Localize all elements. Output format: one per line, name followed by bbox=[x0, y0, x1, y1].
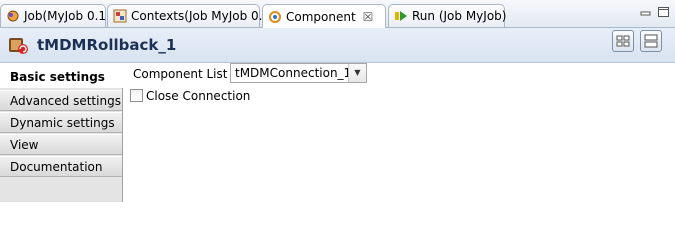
nav-dynamic-settings[interactable]: Dynamic settings bbox=[0, 112, 122, 133]
list-view-button[interactable] bbox=[640, 30, 662, 52]
tab-component-label: Component bbox=[286, 9, 356, 24]
component-title: tMDMRollback_1 bbox=[37, 36, 177, 54]
editor-tab-bar: Job(MyJob 0.1) Contexts(Job MyJob 0.1) C… bbox=[0, 0, 675, 28]
tab-contexts-label: Contexts(Job MyJob 0.1) bbox=[131, 9, 275, 23]
tab-run[interactable]: Run (Job MyJob) bbox=[388, 4, 507, 27]
minimize-icon[interactable] bbox=[639, 6, 653, 18]
maximize-icon[interactable] bbox=[657, 6, 671, 18]
contexts-icon bbox=[113, 9, 127, 23]
run-icon bbox=[394, 9, 408, 23]
chevron-down-icon[interactable]: ▼ bbox=[348, 64, 366, 82]
settings-nav: Basic settings Advanced settings Dynamic… bbox=[0, 67, 124, 202]
job-icon bbox=[6, 9, 20, 23]
table-view-button[interactable] bbox=[612, 30, 634, 52]
component-list-select[interactable]: tMDMConnection_1 ▼ bbox=[230, 63, 367, 83]
tmdm-rollback-icon bbox=[8, 34, 30, 56]
tab-component[interactable]: Component ☒ bbox=[262, 4, 386, 28]
nav-advanced-settings[interactable]: Advanced settings bbox=[0, 90, 122, 111]
nav-view[interactable]: View bbox=[0, 134, 122, 155]
nav-documentation[interactable]: Documentation bbox=[0, 156, 122, 177]
component-icon bbox=[268, 10, 282, 24]
close-icon[interactable]: ☒ bbox=[363, 10, 374, 24]
tab-job[interactable]: Job(MyJob 0.1) bbox=[0, 4, 111, 27]
tab-run-label: Run (Job MyJob) bbox=[412, 9, 507, 23]
component-list-value: tMDMConnection_1 bbox=[235, 66, 352, 80]
tab-job-label: Job(MyJob 0.1) bbox=[24, 9, 111, 23]
nav-basic-settings[interactable]: Basic settings bbox=[0, 67, 124, 88]
tab-contexts[interactable]: Contexts(Job MyJob 0.1) bbox=[107, 4, 275, 27]
close-connection-label: Close Connection bbox=[146, 89, 251, 103]
component-header: tMDMRollback_1 bbox=[0, 28, 675, 63]
component-list-label: Component List bbox=[133, 67, 228, 81]
close-connection-checkbox[interactable] bbox=[130, 89, 143, 102]
